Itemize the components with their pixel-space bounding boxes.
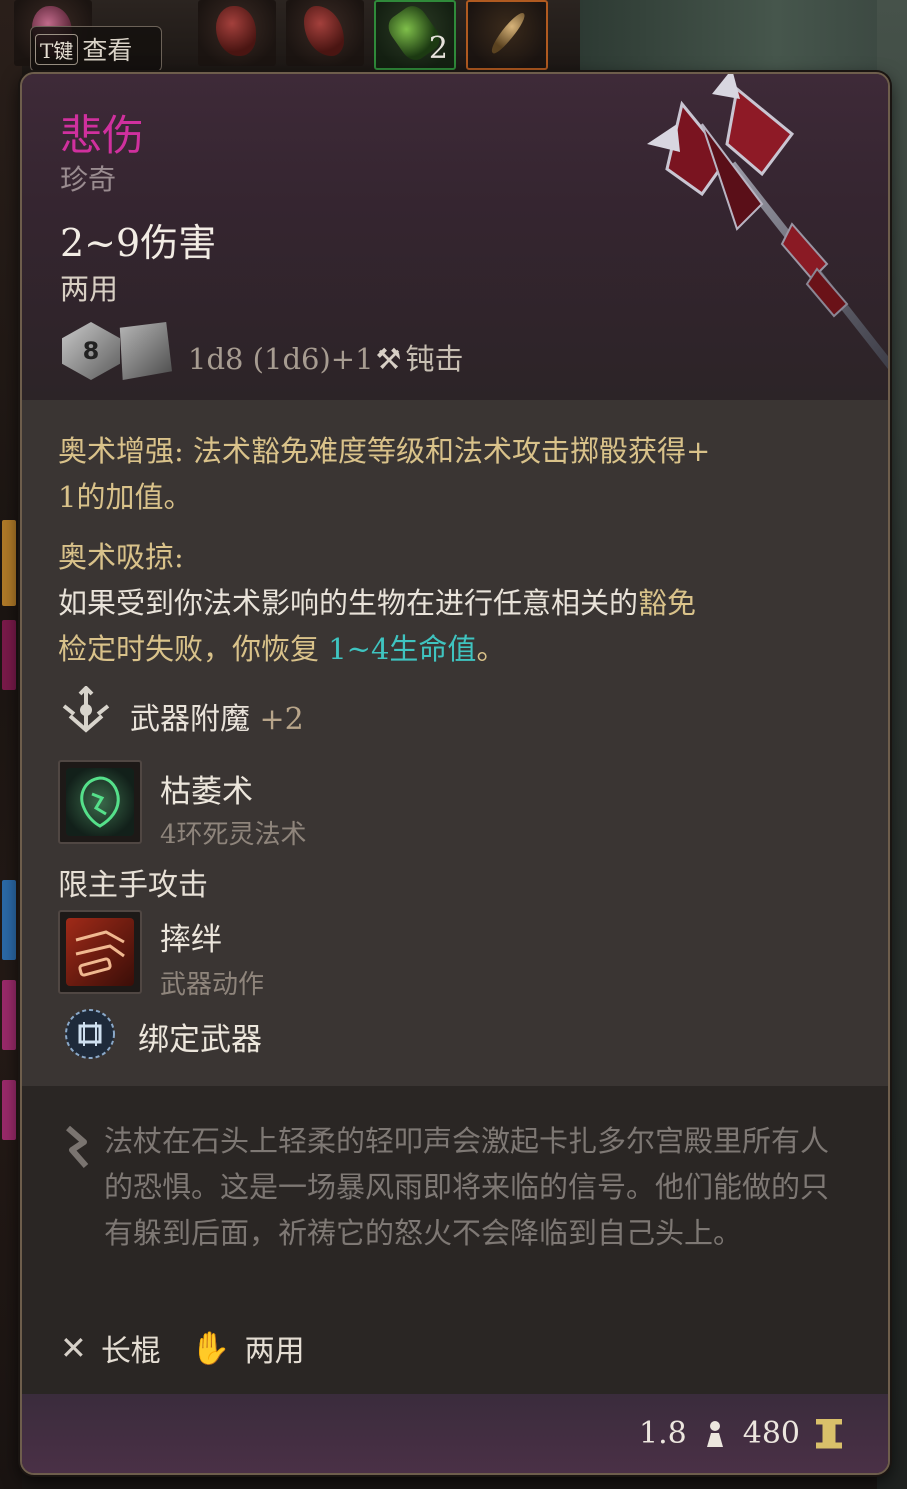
ability-bind-weapon-title: 绑定武器 xyxy=(138,1022,262,1058)
ability-topple-subtitle: 武器动作 xyxy=(160,970,265,1000)
item-rarity: 珍奇 xyxy=(60,163,117,196)
arcane-enhance: 奥术增强: 法术豁免难度等级和法术攻击掷骰获得+ 1的加值。 xyxy=(58,434,711,514)
topple-ability-icon[interactable] xyxy=(58,910,142,994)
arcane-drain: 奥术吸掠: 如果受到你法术影响的生物在进行任意相关的豁免 检定时失败，你恢复 1… xyxy=(58,540,697,666)
weapon-enchant: 武器附魔 +2 xyxy=(130,702,304,737)
tooltip-flavor: 法杖在石头上轻柔的轻叩声会激起卡扎多尔宫殿里所有人的恐惧。这是一场暴风雨即将来临… xyxy=(22,1086,888,1394)
item-damage: 2~9伤害 xyxy=(60,221,217,265)
blight-ability-icon[interactable] xyxy=(58,760,142,844)
gold-icon xyxy=(816,1418,842,1449)
main-hand-only-label: 限主手攻击 xyxy=(58,868,208,903)
stack-count: 2 xyxy=(428,31,448,66)
topple-icon xyxy=(75,930,125,977)
tooltip-header: 悲伤 珍奇 2~9伤害 两用 8 1d8 (1d6)+1⚒ 钝击 xyxy=(22,74,888,400)
inspect-hint[interactable]: T键 查看 xyxy=(30,26,162,72)
ability-topple-title: 摔绊 xyxy=(160,922,222,958)
inspect-label: 查看 xyxy=(82,36,133,65)
item-name: 悲伤 xyxy=(60,111,145,160)
tooltip-properties: 奥术增强: 法术豁免难度等级和法术攻击掷骰获得+ 1的加值。 奥术吸掠: 如果受… xyxy=(22,400,888,1086)
weight-icon xyxy=(706,1420,723,1447)
item-weight: 1.8 xyxy=(639,1416,687,1451)
damage-type: 钝击 xyxy=(405,342,464,376)
bind-weapon-icon[interactable] xyxy=(62,1006,118,1062)
dice-icons: 8 xyxy=(62,318,174,384)
weapon-art xyxy=(647,74,888,370)
inventory-slot-key[interactable] xyxy=(466,0,548,70)
blight-icon xyxy=(80,776,120,828)
handedness-tag: 两用 xyxy=(244,1334,305,1369)
ability-blight-subtitle: 4环死灵法术 xyxy=(160,820,307,850)
inventory-slot-stack[interactable]: 2 xyxy=(374,0,456,70)
scenery-background xyxy=(580,0,907,80)
item-stats: 1.8 480 xyxy=(639,1416,842,1451)
item-value: 480 xyxy=(742,1416,800,1451)
d6-icon xyxy=(119,322,172,380)
item-handedness: 两用 xyxy=(60,272,119,306)
d8-icon: 8 xyxy=(62,322,120,380)
inventory-slot[interactable] xyxy=(198,0,276,66)
flavor-text: 法杖在石头上轻柔的轻叩声会激起卡扎多尔宫殿里所有人的恐惧。这是一场暴风雨即将来临… xyxy=(104,1124,830,1250)
hand-icon: ✋ xyxy=(190,1329,231,1367)
enchantment-icon xyxy=(62,686,110,733)
t-key-badge: T键 xyxy=(35,33,79,65)
item-tooltip: 悲伤 珍奇 2~9伤害 两用 8 1d8 (1d6)+1⚒ 钝击 奥术增强: 法… xyxy=(20,72,890,1475)
tooltip-footer: 1.8 480 xyxy=(22,1394,888,1473)
quote-icon xyxy=(66,1126,89,1168)
ability-blight-title: 枯萎术 xyxy=(160,774,253,810)
item-tags: ✕ 长棍 ✋ 两用 xyxy=(60,1326,305,1370)
quarterstaff-icon: ✕ xyxy=(60,1329,87,1367)
left-ui-strip xyxy=(0,0,22,1489)
inventory-slot[interactable] xyxy=(286,0,364,66)
dice-formula: 1d8 (1d6)+1⚒ 钝击 xyxy=(188,342,464,376)
weapon-type-tag: 长棍 xyxy=(100,1334,161,1369)
bludgeon-icon: ⚒ xyxy=(375,342,402,376)
heal-value: 1~4生命值 xyxy=(328,632,477,666)
